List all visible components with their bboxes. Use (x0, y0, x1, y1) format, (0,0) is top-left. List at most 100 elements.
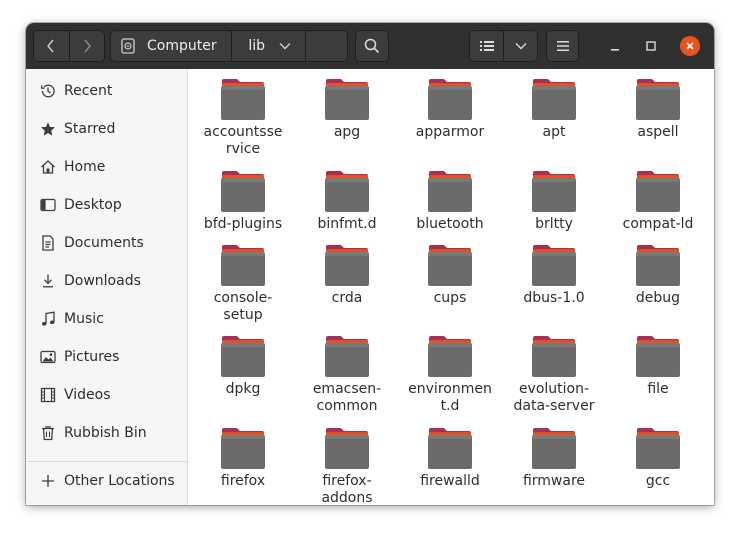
folder-item[interactable]: bluetooth (398, 170, 502, 233)
folder-item[interactable]: apg (295, 78, 399, 141)
list-view-button[interactable] (470, 31, 503, 61)
documents-icon (39, 234, 57, 252)
folder-label: file (606, 381, 710, 398)
sidebar-item-home[interactable]: Home (26, 148, 187, 186)
folder-item[interactable]: apparmor (398, 78, 502, 141)
sidebar-item-documents[interactable]: Documents (26, 224, 187, 262)
file-manager-window: Computer lib Recent Starred Home Desktop… (26, 23, 714, 505)
home-icon (39, 158, 57, 176)
folder-item[interactable]: emacsen-common (295, 335, 399, 415)
folder-item[interactable]: aspell (606, 78, 710, 141)
folder-label-line: t.d (440, 398, 460, 414)
search-button[interactable] (355, 30, 389, 62)
folder-label-line: emacsen- (312, 381, 382, 397)
folder-label-line: dbus-1.0 (523, 290, 585, 306)
folder-icon (530, 335, 578, 379)
folder-label-line: console- (213, 290, 273, 306)
folder-item[interactable]: brltty (502, 170, 606, 233)
folder-icon (219, 78, 267, 122)
folder-item[interactable]: console-setup (191, 244, 295, 324)
maximize-button[interactable] (642, 37, 660, 55)
close-button[interactable] (680, 36, 700, 56)
folder-item[interactable]: evolution-data-server (502, 335, 606, 415)
folder-icon (426, 170, 474, 214)
folder-item[interactable]: gcc (606, 427, 710, 490)
folder-label-line: cups (433, 290, 467, 306)
folder-item[interactable]: accountsse rvice (191, 78, 295, 158)
recent-icon (39, 82, 57, 100)
folder-label-line: bluetooth (416, 216, 484, 232)
folder-label-line: evolution- (518, 381, 590, 397)
sidebar-item-label: Music (64, 311, 104, 327)
trash-icon (39, 424, 57, 442)
folder-label-line: file (647, 381, 669, 397)
folder-item[interactable]: compat-ld (606, 170, 710, 233)
folder-item[interactable]: debug (606, 244, 710, 307)
folder-icon (426, 78, 474, 122)
folder-icon (219, 244, 267, 288)
folder-item[interactable]: cups (398, 244, 502, 307)
folder-label: apparmor (398, 124, 502, 141)
sidebar-item-pictures[interactable]: Pictures (26, 338, 187, 376)
folder-label-line: bfd-plugins (203, 216, 283, 232)
forward-button[interactable] (69, 31, 104, 61)
sidebar-item-recent[interactable]: Recent (26, 72, 187, 110)
sidebar-item-other-locations[interactable]: Other Locations (26, 462, 187, 500)
main-menu-button[interactable] (546, 30, 579, 62)
header-bar: Computer lib (26, 23, 714, 69)
folder-label-line: accountsse (203, 124, 283, 140)
minimize-button[interactable] (606, 37, 624, 55)
folder-label-line: compat-ld (622, 216, 694, 232)
folder-item[interactable]: binfmt.d (295, 170, 399, 233)
sidebar-item-label: Other Locations (64, 473, 175, 489)
folder-icon (426, 427, 474, 471)
videos-icon (39, 386, 57, 404)
folder-item[interactable]: environmen t.d (398, 335, 502, 415)
sidebar-item-starred[interactable]: Starred (26, 110, 187, 148)
path-item-lib[interactable]: lib (231, 31, 304, 61)
sidebar-item-label: Recent (64, 83, 113, 99)
folder-label: apg (295, 124, 399, 141)
sidebar-item-videos[interactable]: Videos (26, 376, 187, 414)
folder-label: aspell (606, 124, 710, 141)
folder-item[interactable]: file (606, 335, 710, 398)
folder-item[interactable]: firewalld (398, 427, 502, 490)
folder-item[interactable]: dbus-1.0 (502, 244, 606, 307)
sidebar-item-label: Rubbish Bin (64, 425, 147, 441)
sidebar-item-downloads[interactable]: Downloads (26, 262, 187, 300)
folder-item[interactable]: firmware (502, 427, 606, 490)
folder-label: bfd-plugins (191, 216, 295, 233)
desktop-icon (39, 196, 57, 214)
folder-icon (323, 78, 371, 122)
sidebar-item-desktop[interactable]: Desktop (26, 186, 187, 224)
folder-label: emacsen-common (295, 381, 399, 415)
folder-item[interactable]: dpkg (191, 335, 295, 398)
file-grid: accountsse rvice apg apparmor apt aspell bfd-p… (188, 69, 714, 505)
folder-icon (323, 335, 371, 379)
folder-icon (323, 244, 371, 288)
folder-icon (426, 244, 474, 288)
folder-label-line: common (316, 398, 378, 414)
folder-item[interactable]: firefox (191, 427, 295, 490)
folder-item[interactable]: bfd-plugins (191, 170, 295, 233)
path-label-computer: Computer (147, 38, 217, 54)
view-options-button[interactable] (504, 31, 537, 61)
back-button[interactable] (34, 31, 69, 61)
search-icon (364, 38, 380, 54)
chevron-down-icon (279, 43, 291, 50)
sidebar-item-music[interactable]: Music (26, 300, 187, 338)
sidebar-item-rubbish-bin[interactable]: Rubbish Bin (26, 414, 187, 452)
folder-item[interactable]: apt (502, 78, 606, 141)
folder-label: firefox-addons (295, 473, 399, 505)
folder-label: console-setup (191, 290, 295, 324)
folder-icon (634, 78, 682, 122)
folder-item[interactable]: crda (295, 244, 399, 307)
folder-label: cups (398, 290, 502, 307)
path-bar: Computer lib (110, 30, 348, 62)
folder-icon (530, 78, 578, 122)
path-item-computer[interactable]: Computer (111, 31, 231, 61)
folder-item[interactable]: firefox-addons (295, 427, 399, 505)
music-icon (39, 310, 57, 328)
view-buttons (469, 30, 538, 62)
folder-label: dbus-1.0 (502, 290, 606, 307)
